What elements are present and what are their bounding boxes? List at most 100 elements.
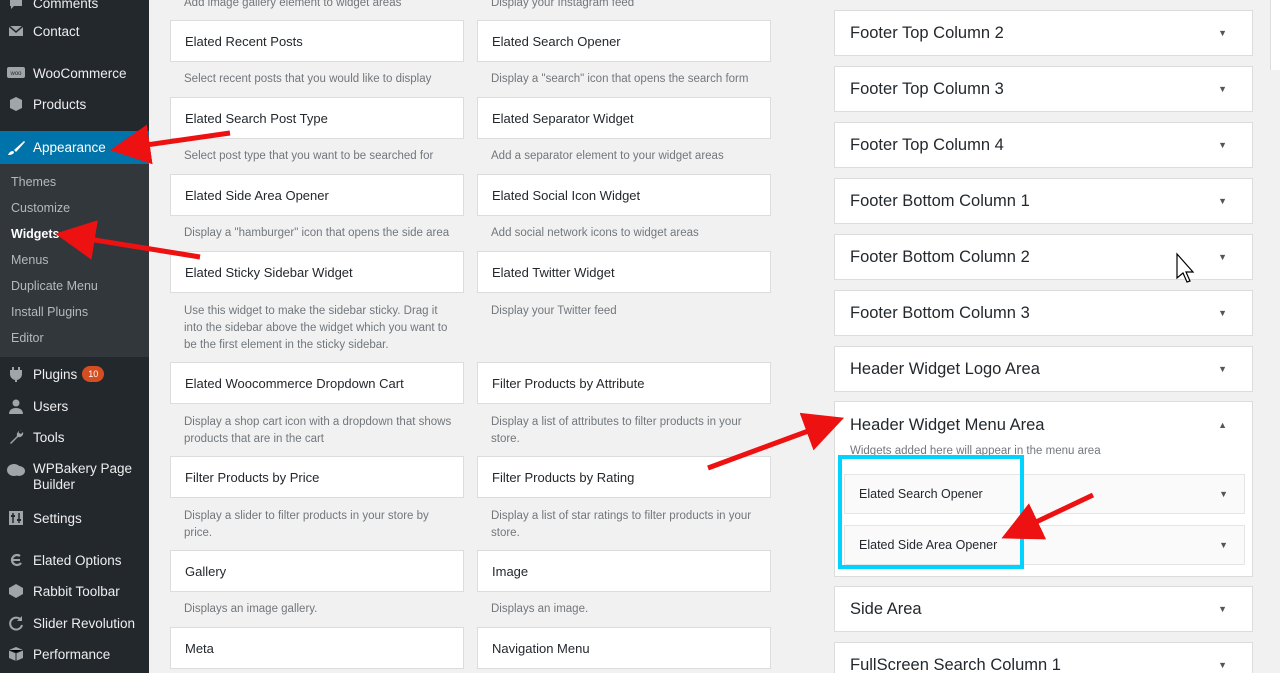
sidebar-item-woocommerce[interactable]: woo WooCommerce [0, 58, 149, 88]
sidebar-item-products[interactable]: Products [0, 89, 149, 119]
area-fullscreen-search-column-1[interactable]: FullScreen Search Column 1 ▼ [834, 642, 1253, 673]
widget-filter-products-by-rating[interactable]: Filter Products by Rating [477, 456, 771, 498]
caret-down-icon[interactable]: ▼ [1218, 84, 1227, 94]
caret-down-icon[interactable]: ▼ [1218, 252, 1227, 262]
area-title: Header Widget Logo Area [850, 359, 1040, 378]
widget-gallery[interactable]: Gallery [170, 550, 464, 592]
widget-filter-products-by-attribute[interactable]: Filter Products by Attribute [477, 362, 771, 404]
sidebar-item-users[interactable]: Users [0, 391, 149, 421]
admin-sidebar: Comments Contact woo WooCommerce Product… [0, 0, 149, 673]
widget-elated-twitter[interactable]: Elated Twitter Widget [477, 251, 771, 293]
sidebar-item-label: Contact [33, 23, 80, 39]
sidebar-item-label: Users [33, 398, 69, 414]
widget-elated-social-icon[interactable]: Elated Social Icon Widget [477, 174, 771, 216]
caret-up-icon[interactable]: ▲ [1218, 420, 1227, 430]
widget-filter-products-by-price[interactable]: Filter Products by Price [170, 456, 464, 498]
widget-description: Add image gallery element to widget area… [184, 0, 402, 9]
plug-icon [7, 365, 25, 383]
area-title: Footer Bottom Column 2 [850, 247, 1030, 266]
sidebar-item-plugins[interactable]: Plugins 10 [0, 359, 149, 389]
widget-description: Displays an image gallery. [184, 603, 318, 615]
submenu-widgets[interactable]: Widgets [11, 227, 60, 241]
sidebar-item-label: Performance [33, 646, 111, 662]
widget-elated-side-area-opener[interactable]: Elated Side Area Opener [170, 174, 464, 216]
sidebar-item-elated-options[interactable]: Elated Options [0, 545, 149, 575]
widget-description: Add a separator element to your widget a… [491, 150, 724, 162]
widget-description: Displays an image. [491, 603, 589, 615]
caret-down-icon[interactable]: ▼ [1218, 140, 1227, 150]
svg-text:woo: woo [9, 71, 22, 77]
widget-description: Select recent posts that you would like … [184, 73, 432, 85]
area-footer-bottom-column-2[interactable]: Footer Bottom Column 2 ▼ [834, 234, 1253, 280]
widget-elated-woocommerce-dropdown-cart[interactable]: Elated Woocommerce Dropdown Cart [170, 362, 464, 404]
refresh-icon [7, 614, 25, 632]
widget-description: Use this widget to make the sidebar stic… [184, 305, 448, 351]
sidebar-item-wpbakery[interactable]: WPBakery Page Builder [0, 455, 149, 495]
area-side-area[interactable]: Side Area ▼ [834, 586, 1253, 632]
area-title: FullScreen Search Column 1 [850, 655, 1061, 673]
widget-elated-recent-posts[interactable]: Elated Recent Posts [170, 20, 464, 62]
submenu-duplicate-menu[interactable]: Duplicate Menu [11, 279, 98, 293]
caret-down-icon[interactable]: ▼ [1219, 489, 1228, 499]
sidebar-item-performance[interactable]: Performance [0, 639, 149, 669]
widget-description: Display a shop cart icon with a dropdown… [184, 416, 452, 445]
area-footer-bottom-column-1[interactable]: Footer Bottom Column 1 ▼ [834, 178, 1253, 224]
area-footer-top-column-3[interactable]: Footer Top Column 3 ▼ [834, 66, 1253, 112]
submenu-themes[interactable]: Themes [11, 175, 56, 189]
widget-elated-search-opener[interactable]: Elated Search Opener [477, 20, 771, 62]
sidebar-item-label: WooCommerce [33, 65, 127, 81]
caret-down-icon[interactable]: ▼ [1218, 604, 1227, 614]
sidebar-item-label: Elated Options [33, 552, 122, 568]
sidebar-item-tools[interactable]: Tools [0, 422, 149, 452]
wrench-icon [7, 428, 25, 446]
sidebar-item-settings[interactable]: Settings [0, 503, 149, 533]
widget-meta[interactable]: Meta [170, 627, 464, 669]
area-title: Side Area [850, 599, 922, 618]
area-header-widget-logo-area[interactable]: Header Widget Logo Area ▼ [834, 346, 1253, 392]
caret-down-icon[interactable]: ▼ [1218, 196, 1227, 206]
comment-icon [7, 0, 25, 12]
area-footer-top-column-4[interactable]: Footer Top Column 4 ▼ [834, 122, 1253, 168]
mail-icon [7, 22, 25, 40]
submenu-install-plugins[interactable]: Install Plugins [11, 305, 88, 319]
caret-down-icon[interactable]: ▼ [1218, 364, 1227, 374]
caret-down-icon[interactable]: ▼ [1219, 540, 1228, 550]
sidebar-item-label: Appearance [33, 140, 106, 155]
widget-description: Display a list of attributes to filter p… [491, 416, 742, 445]
sidebar-item-label: Settings [33, 510, 82, 526]
caret-down-icon[interactable]: ▼ [1218, 28, 1227, 38]
update-count-badge: 10 [82, 366, 105, 382]
widget-description: Add social network icons to widget areas [491, 227, 699, 239]
sidebar-item-label: Tools [33, 429, 65, 445]
widget-description: Display a slider to filter products in y… [184, 510, 429, 539]
rabbit-icon [7, 582, 25, 600]
area-footer-top-column-2[interactable]: Footer Top Column 2 ▼ [834, 10, 1253, 56]
caret-down-icon[interactable]: ▼ [1218, 308, 1227, 318]
elated-icon [7, 551, 25, 569]
submenu-editor[interactable]: Editor [11, 331, 44, 345]
wpbakery-icon [7, 461, 25, 479]
highlight-box [838, 455, 1024, 569]
cube-icon [7, 645, 25, 663]
caret-down-icon[interactable]: ▼ [1218, 660, 1227, 670]
sidebar-item-rabbit-toolbar[interactable]: Rabbit Toolbar [0, 576, 149, 606]
widget-description: Select post type that you want to be sea… [184, 150, 434, 162]
sidebar-item-label: Slider Revolution [33, 615, 136, 631]
submenu-menus[interactable]: Menus [11, 253, 49, 267]
widget-navigation-menu[interactable]: Navigation Menu [477, 627, 771, 669]
sliders-icon [7, 509, 25, 527]
sidebar-item-slider-revolution[interactable]: Slider Revolution [0, 608, 149, 638]
sidebar-item-appearance[interactable]: Appearance [0, 131, 149, 164]
area-title: Footer Top Column 4 [850, 135, 1004, 154]
widget-elated-separator[interactable]: Elated Separator Widget [477, 97, 771, 139]
widget-description: Display your Twitter feed [491, 305, 617, 317]
widget-elated-search-post-type[interactable]: Elated Search Post Type [170, 97, 464, 139]
woocommerce-icon: woo [7, 64, 25, 82]
area-title: Footer Bottom Column 1 [850, 191, 1030, 210]
widget-image[interactable]: Image [477, 550, 771, 592]
sidebar-item-contact[interactable]: Contact [0, 16, 149, 46]
submenu-customize[interactable]: Customize [11, 201, 70, 215]
scrollbar[interactable] [1270, 0, 1280, 70]
widget-elated-sticky-sidebar[interactable]: Elated Sticky Sidebar Widget [170, 251, 464, 293]
area-footer-bottom-column-3[interactable]: Footer Bottom Column 3 ▼ [834, 290, 1253, 336]
